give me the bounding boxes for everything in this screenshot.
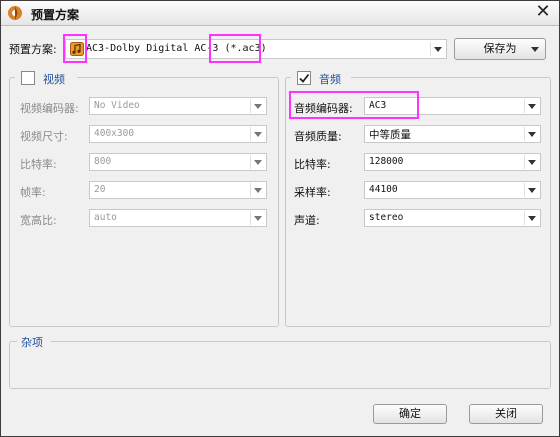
video-framerate-select[interactable]: 20 (89, 181, 267, 199)
save-as-button[interactable]: 保存为 (454, 38, 546, 60)
video-codec-select[interactable]: No Video (89, 97, 267, 115)
video-aspect-label: 宽高比: (20, 214, 57, 227)
chevron-down-icon (250, 127, 265, 141)
audio-channels-select[interactable]: stereo (364, 209, 541, 227)
chevron-down-icon (531, 47, 539, 52)
audio-file-icon (70, 42, 84, 56)
chevron-down-icon (524, 99, 539, 113)
save-as-label: 保存为 (483, 42, 517, 55)
audio-codec-value: AC3 (369, 100, 387, 111)
audio-codec-select[interactable]: AC3 (364, 97, 541, 115)
video-aspect-value: auto (94, 212, 117, 223)
chevron-down-icon (250, 211, 265, 225)
app-logo-icon (8, 6, 22, 20)
title-bar: 预置方案 ✕ (1, 1, 559, 26)
chevron-down-icon (250, 183, 265, 197)
misc-group (9, 341, 551, 389)
video-group-title: 视频 (43, 73, 65, 86)
close-window-icon[interactable]: ✕ (533, 3, 553, 21)
video-codec-label: 视频编码器: (20, 102, 79, 115)
video-size-value: 400x300 (94, 128, 135, 139)
chevron-down-icon[interactable] (430, 42, 445, 56)
preset-select[interactable]: AC3-Dolby Digital AC-3 (*.ac3) (65, 39, 447, 59)
misc-group-title: 杂项 (21, 336, 43, 349)
audio-quality-select[interactable]: 中等质量 (364, 125, 541, 143)
chevron-down-icon (524, 211, 539, 225)
video-framerate-value: 20 (94, 184, 106, 195)
video-bitrate-value: 800 (94, 156, 112, 167)
video-framerate-label: 帧率: (20, 186, 46, 199)
audio-channels-value: stereo (369, 212, 404, 223)
audio-bitrate-value: 128000 (369, 156, 404, 167)
preset-label: 预置方案: (9, 43, 57, 56)
audio-quality-label: 音频质量: (294, 130, 342, 143)
video-bitrate-select[interactable]: 800 (89, 153, 267, 171)
audio-samplerate-label: 采样率: (294, 186, 331, 199)
audio-bitrate-label: 比特率: (294, 158, 331, 171)
video-size-label: 视频尺寸: (20, 130, 68, 143)
chevron-down-icon (524, 183, 539, 197)
video-codec-value: No Video (94, 100, 140, 111)
chevron-down-icon (524, 127, 539, 141)
window-title: 预置方案 (31, 8, 80, 22)
audio-samplerate-select[interactable]: 44100 (364, 181, 541, 199)
video-size-select[interactable]: 400x300 (89, 125, 267, 143)
preset-dialog: 预置方案 ✕ 预置方案: AC3-Dolby Digital AC-3 (*.a… (0, 0, 560, 437)
audio-group-title: 音频 (319, 73, 341, 86)
audio-samplerate-value: 44100 (369, 184, 398, 195)
ok-button[interactable]: 确定 (373, 404, 447, 424)
video-enable-checkbox[interactable] (21, 71, 35, 85)
chevron-down-icon (250, 155, 265, 169)
audio-channels-label: 声道: (294, 214, 320, 227)
audio-quality-value: 中等质量 (369, 129, 411, 141)
video-bitrate-label: 比特率: (20, 158, 57, 171)
audio-codec-label: 音频编码器: (294, 102, 353, 115)
preset-value: AC3-Dolby Digital AC-3 (*.ac3) (86, 43, 267, 54)
chevron-down-icon (250, 99, 265, 113)
chevron-down-icon (524, 155, 539, 169)
close-button[interactable]: 关闭 (469, 404, 543, 424)
checkmark-icon (299, 73, 310, 83)
video-aspect-select[interactable]: auto (89, 209, 267, 227)
audio-bitrate-select[interactable]: 128000 (364, 153, 541, 171)
audio-enable-checkbox[interactable] (297, 71, 311, 85)
